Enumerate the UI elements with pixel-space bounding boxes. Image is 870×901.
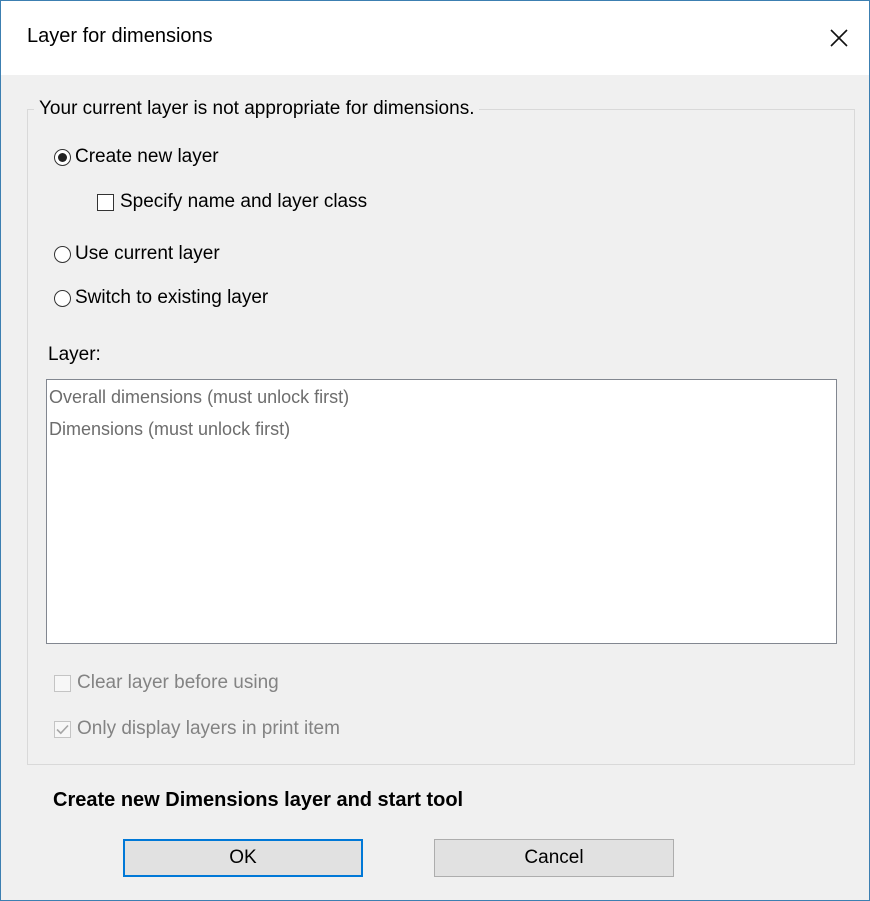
checkbox-specify-name[interactable]: Specify name and layer class [97,191,367,213]
list-item[interactable]: Dimensions (must unlock first) [47,412,836,446]
radio-switch-existing-layer[interactable]: Switch to existing layer [54,287,268,309]
instruction-text: Create new Dimensions layer and start to… [53,789,464,811]
ok-button[interactable]: OK [123,839,363,877]
radio-unselected-icon [54,289,71,307]
layer-listbox[interactable]: Overall dimensions (must unlock first) D… [46,379,837,644]
checkbox-only-display-layers-label: Only display layers in print item [77,718,340,739]
title-bar: Layer for dimensions [1,1,869,75]
close-icon [830,29,848,47]
radio-unselected-icon [54,245,71,263]
radio-use-current-layer-label: Use current layer [75,243,220,264]
checkbox-clear-layer-label: Clear layer before using [77,672,279,693]
checkbox-icon [54,674,71,692]
checkbox-clear-layer[interactable]: Clear layer before using [54,672,279,694]
radio-create-new-layer-label: Create new layer [75,146,219,167]
cancel-button[interactable]: Cancel [434,839,674,877]
list-item[interactable]: Overall dimensions (must unlock first) [47,380,836,414]
radio-selected-icon [54,148,71,166]
radio-create-new-layer[interactable]: Create new layer [54,146,219,168]
group-legend: Your current layer is not appropriate fo… [34,98,480,120]
dialog-title: Layer for dimensions [27,25,213,47]
checkbox-only-display-layers[interactable]: Only display layers in print item [54,718,340,740]
checkbox-specify-name-label: Specify name and layer class [120,191,368,212]
layer-list-label: Layer: [48,344,101,365]
radio-switch-existing-layer-label: Switch to existing layer [75,287,269,308]
checkbox-icon [97,193,114,211]
radio-use-current-layer[interactable]: Use current layer [54,243,220,265]
layer-dialog: Layer for dimensions Your current layer … [0,0,870,901]
checkmark-icon [54,720,71,738]
close-button[interactable] [809,1,869,75]
